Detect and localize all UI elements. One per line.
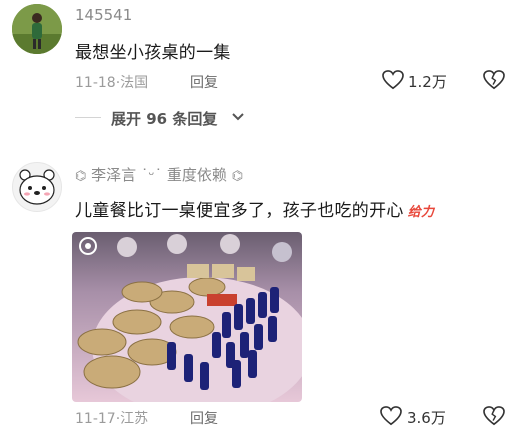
broken-heart-icon[interactable] xyxy=(483,406,505,426)
comment-text: 儿童餐比订一桌便宜多了，孩子也吃的开心 给力 xyxy=(75,196,434,221)
like-count: 1.2万 xyxy=(408,73,447,91)
link-icon: ⌬ xyxy=(231,169,244,184)
reply-button[interactable]: 回复 xyxy=(190,408,218,428)
broken-heart-icon[interactable] xyxy=(483,70,505,90)
heart-icon[interactable] xyxy=(382,70,404,90)
comment-meta: 11-18·法国 xyxy=(75,72,148,92)
username-decor: ˙ᵕ˙ xyxy=(136,166,167,184)
username-name: 李泽言 xyxy=(91,166,137,184)
link-icon: ⌬ xyxy=(75,169,87,184)
comment-location: 江苏 xyxy=(120,411,149,427)
comment-username[interactable]: 145541 xyxy=(75,6,132,24)
expand-replies-label: 展开 96 条回复 xyxy=(111,110,218,128)
avatar[interactable] xyxy=(12,4,62,54)
avatar-photo xyxy=(12,4,62,54)
comment-date: 11-17 xyxy=(75,411,116,427)
like-count: 3.6万 xyxy=(407,409,446,427)
heart-icon[interactable] xyxy=(380,406,402,426)
comment-location: 法国 xyxy=(120,75,149,91)
comment-photo[interactable] xyxy=(72,232,302,402)
expand-replies-divider xyxy=(75,117,101,118)
reply-button[interactable]: 回复 xyxy=(190,72,218,92)
bear-icon xyxy=(19,169,55,205)
comment-meta: 11-17·江苏 xyxy=(75,408,148,428)
bear-avatar[interactable] xyxy=(12,162,62,212)
comment-body: 儿童餐比订一桌便宜多了，孩子也吃的开心 xyxy=(75,201,404,221)
username-suffix: 重度依赖 xyxy=(166,166,227,184)
comment-date: 11-18 xyxy=(75,75,116,91)
food-image xyxy=(72,232,302,402)
expand-replies-button[interactable]: 展开 96 条回复 xyxy=(111,108,217,129)
emoji-sticker: 给力 xyxy=(407,205,435,220)
chevron-down-icon[interactable] xyxy=(232,112,244,122)
comment-text: 最想坐小孩桌的一集 xyxy=(75,43,231,63)
comment-username[interactable]: ⌬ 李泽言 ˙ᵕ˙ 重度依赖 ⌬ xyxy=(75,164,243,185)
